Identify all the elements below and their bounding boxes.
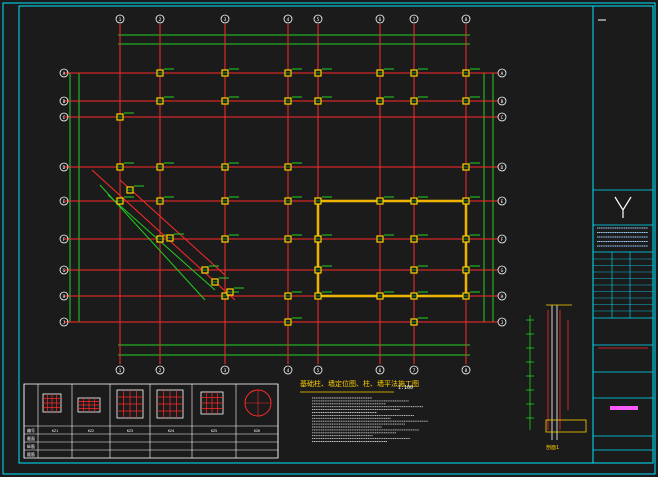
axis-bubble-label: F: [501, 237, 504, 243]
inner-frame: [18, 5, 654, 464]
axis-bubble-label: 7: [413, 17, 416, 23]
axis-bubble-label: 4: [287, 368, 290, 374]
legend-row-header: 箍筋: [27, 451, 35, 457]
axis-bubble-label: 8: [465, 368, 468, 374]
core-wall-inner: [317, 200, 467, 297]
drawing-name-highlight: [610, 406, 638, 410]
axis-bubble-label: 1: [119, 17, 122, 23]
legend-border: [23, 383, 279, 459]
drawing-scale: 1:100: [398, 385, 413, 391]
legend-row-header: 编号: [27, 427, 35, 433]
axis-bubble-label: C: [63, 115, 66, 121]
axis-bubble-label: 5: [317, 17, 320, 23]
axis-bubble-label: G: [63, 268, 66, 274]
axis-bubble-label: J: [63, 320, 66, 326]
axis-bubble-label: H: [63, 294, 66, 300]
cad-drawing: 1122334455667788A AB BC CD DE EF FG GH HJ J 基础柱、墙…: [2, 2, 656, 475]
grid-axis-diagonal-2: [119, 179, 226, 276]
axis-bubble-label: A: [63, 71, 66, 77]
axis-bubble-label: E: [63, 199, 66, 205]
axis-bubble-label: 2: [159, 17, 162, 23]
axis-bubble-label: 5: [317, 368, 320, 374]
section-label: 剖面1: [546, 444, 559, 451]
column-schedule-table: 编号截面纵筋箍筋 KZ1 KZ2 KZ3 KZ4 KZ5 KZ6: [23, 383, 279, 459]
legend-type-label: KZ1: [52, 429, 58, 433]
axis-bubble-label: F: [63, 237, 66, 243]
company-logo-icon: [614, 196, 632, 218]
axis-bubble-label: 1: [119, 368, 122, 374]
axis-bubble-label: 3: [224, 17, 227, 23]
axis-bubble-label: C: [501, 115, 504, 121]
axis-bubble-label: H: [501, 294, 504, 300]
legend-row-header: 纵筋: [27, 443, 35, 449]
core-wall: [316, 199, 468, 298]
axis-bubble-label: 8: [465, 17, 468, 23]
axis-bubble-label: 3: [224, 368, 227, 374]
legend-type-label: KZ4: [168, 429, 174, 433]
axis-bubble-label: 6: [379, 17, 382, 23]
legend-type-label: KZ3: [127, 429, 133, 433]
section-detail: [526, 304, 587, 440]
legend-type-label: KZ5: [211, 429, 217, 433]
floor-plan: 1 1 2 2 3 3 4 4 5 5 6 6 7 7 8 8 A A B B C C D D E E F F G G H H J J: [59, 14, 507, 375]
axis-bubble-label: 2: [159, 368, 162, 374]
legend-type-label: KZ2: [88, 429, 94, 433]
axis-bubble-label: B: [501, 99, 504, 105]
axis-bubble-label: G: [501, 268, 504, 274]
legend-type-label: KZ6: [254, 429, 260, 433]
axis-bubble-label: A: [501, 71, 504, 77]
title-block: [593, 19, 653, 451]
notes-block: [300, 391, 428, 442]
axis-bubble-label: 4: [287, 17, 290, 23]
axis-bubble-label: D: [63, 165, 66, 171]
legend-row-header: 截面: [27, 435, 35, 441]
axis-bubble-label: D: [501, 165, 504, 171]
axis-bubble-label: E: [501, 199, 504, 205]
axis-bubble-label: 7: [413, 368, 416, 374]
axis-bubble-label: B: [63, 99, 66, 105]
axis-bubble-label: 6: [379, 368, 382, 374]
axis-bubble-label: J: [501, 320, 504, 326]
